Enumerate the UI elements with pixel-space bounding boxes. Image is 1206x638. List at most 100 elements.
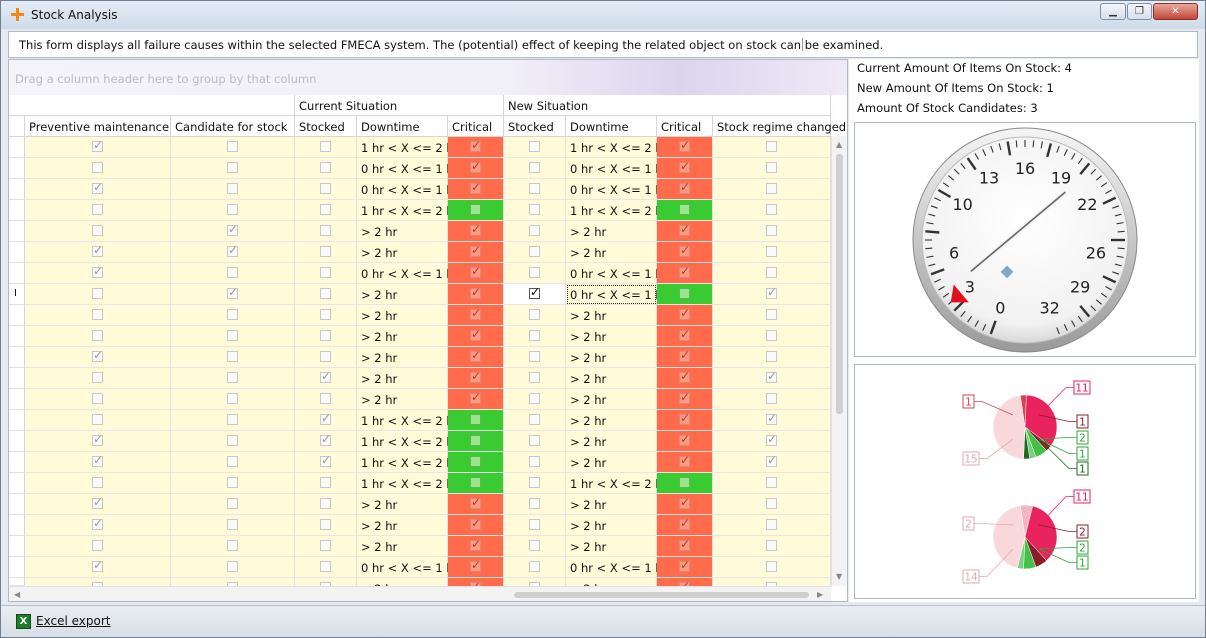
- checkbox[interactable]: [92, 264, 103, 278]
- cell-ns[interactable]: [504, 389, 566, 410]
- row-selector[interactable]: [9, 410, 25, 431]
- checkbox[interactable]: [227, 393, 238, 404]
- cell-cand[interactable]: [171, 473, 295, 494]
- checkbox[interactable]: [766, 204, 777, 215]
- cell-ns[interactable]: [504, 494, 566, 515]
- cell-cs[interactable]: [295, 473, 357, 494]
- checkbox[interactable]: [320, 432, 331, 446]
- cell-cc[interactable]: [448, 326, 504, 347]
- cell-cs[interactable]: [295, 431, 357, 452]
- checkbox[interactable]: [529, 309, 540, 320]
- checkbox[interactable]: [529, 351, 540, 362]
- cell-nc[interactable]: [657, 137, 713, 158]
- checkbox[interactable]: [679, 537, 690, 551]
- cell-cs[interactable]: [295, 389, 357, 410]
- checkbox[interactable]: [529, 204, 540, 215]
- cell-chg[interactable]: [713, 305, 831, 326]
- cell-ns[interactable]: [504, 179, 566, 200]
- cell-ns[interactable]: [504, 221, 566, 242]
- checkbox[interactable]: [92, 243, 103, 257]
- checkbox[interactable]: [529, 477, 540, 488]
- checkbox[interactable]: [529, 162, 540, 173]
- checkbox[interactable]: [227, 456, 238, 467]
- cell-nc[interactable]: [657, 431, 713, 452]
- checkbox[interactable]: [679, 369, 690, 383]
- cell-nc[interactable]: [657, 326, 713, 347]
- checkbox[interactable]: [470, 138, 481, 152]
- checkbox[interactable]: [679, 180, 690, 194]
- cell-pm[interactable]: [25, 200, 171, 221]
- checkbox[interactable]: [227, 183, 238, 194]
- row-selector[interactable]: [9, 158, 25, 179]
- cell-chg[interactable]: [713, 200, 831, 221]
- cell-nd[interactable]: > 2 hr: [566, 368, 657, 389]
- checkbox[interactable]: [227, 309, 238, 320]
- cell-nd[interactable]: > 2 hr: [566, 431, 657, 452]
- scroll-left-icon[interactable]: ◀: [14, 590, 20, 599]
- cell-cand[interactable]: [171, 431, 295, 452]
- checkbox[interactable]: [470, 369, 481, 383]
- row-selector[interactable]: [9, 263, 25, 284]
- cell-cand[interactable]: [171, 242, 295, 263]
- checkbox[interactable]: [470, 264, 481, 278]
- cell-cc[interactable]: [448, 389, 504, 410]
- cell-pm[interactable]: [25, 137, 171, 158]
- cell-chg[interactable]: [713, 221, 831, 242]
- checkbox[interactable]: [227, 414, 238, 425]
- checkbox[interactable]: [470, 495, 481, 509]
- column-header-3[interactable]: Downtime: [357, 116, 448, 137]
- cell-ns[interactable]: [504, 158, 566, 179]
- column-header-7[interactable]: Critical: [657, 116, 713, 137]
- checkbox[interactable]: [92, 477, 103, 488]
- checkbox[interactable]: [679, 264, 690, 278]
- checkbox[interactable]: [227, 267, 238, 278]
- cell-nc[interactable]: [657, 536, 713, 557]
- cell-pm[interactable]: [25, 452, 171, 473]
- cell-nd[interactable]: > 2 hr: [566, 389, 657, 410]
- checkbox[interactable]: [470, 435, 481, 446]
- row-selector[interactable]: [9, 326, 25, 347]
- cell-nd[interactable]: > 2 hr: [566, 305, 657, 326]
- checkbox[interactable]: [320, 204, 331, 215]
- checkbox[interactable]: [227, 372, 238, 383]
- checkbox[interactable]: [766, 453, 777, 467]
- checkbox[interactable]: [766, 369, 777, 383]
- checkbox[interactable]: [470, 516, 481, 530]
- cell-cd[interactable]: > 2 hr: [357, 389, 448, 410]
- row-selector[interactable]: [9, 557, 25, 578]
- cell-cc[interactable]: [448, 494, 504, 515]
- cell-pm[interactable]: [25, 431, 171, 452]
- checkbox[interactable]: [320, 477, 331, 488]
- cell-cd[interactable]: 1 hr < X <= 2 hr: [357, 452, 458, 473]
- cell-chg[interactable]: [713, 431, 831, 452]
- checkbox[interactable]: [766, 267, 777, 278]
- cell-nd[interactable]: > 2 hr: [566, 536, 657, 557]
- checkbox[interactable]: [470, 306, 481, 320]
- checkbox[interactable]: [529, 435, 540, 446]
- cell-nc[interactable]: [657, 179, 713, 200]
- cell-cc[interactable]: [448, 305, 504, 326]
- checkbox[interactable]: [92, 138, 103, 152]
- cell-nc[interactable]: [657, 473, 713, 494]
- row-selector[interactable]: [9, 431, 25, 452]
- cell-nd[interactable]: > 2 hr: [566, 410, 657, 431]
- checkbox[interactable]: [320, 411, 331, 425]
- cell-cand[interactable]: [171, 368, 295, 389]
- cell-cd[interactable]: > 2 hr: [357, 494, 448, 515]
- checkbox[interactable]: [320, 162, 331, 173]
- row-selector[interactable]: [9, 494, 25, 515]
- cell-cs[interactable]: [295, 557, 357, 578]
- checkbox[interactable]: [320, 267, 331, 278]
- cell-cs[interactable]: [295, 221, 357, 242]
- checkbox[interactable]: [227, 285, 238, 299]
- cell-nc[interactable]: [657, 515, 713, 536]
- checkbox[interactable]: [529, 141, 540, 152]
- cell-pm[interactable]: [25, 326, 171, 347]
- cell-cd[interactable]: 1 hr < X <= 2 hr: [357, 137, 458, 158]
- checkbox[interactable]: [529, 540, 540, 551]
- cell-cd[interactable]: 1 hr < X <= 2 hr: [357, 200, 458, 221]
- cell-cc[interactable]: [448, 431, 504, 452]
- checkbox[interactable]: [679, 222, 690, 236]
- cell-cc[interactable]: [448, 221, 504, 242]
- checkbox[interactable]: [320, 498, 331, 509]
